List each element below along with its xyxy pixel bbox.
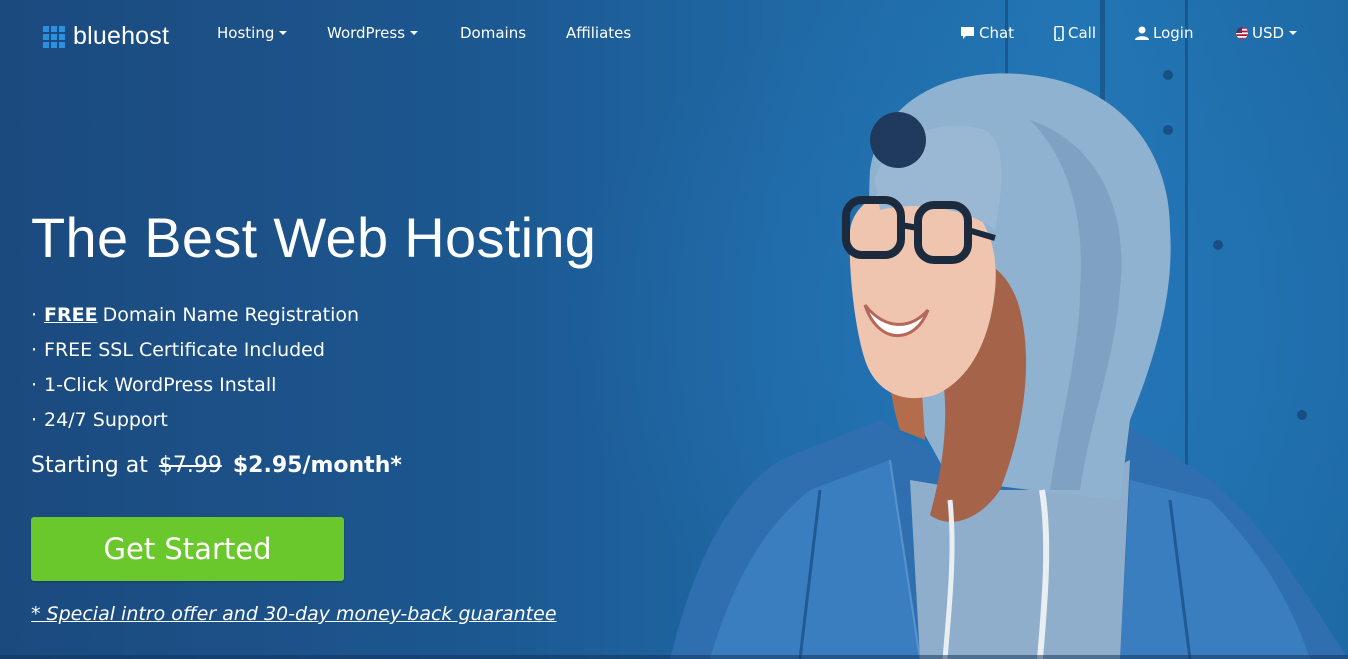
logo-text: bluehost xyxy=(73,22,170,50)
nav-call-link[interactable]: Call xyxy=(1054,24,1096,42)
nav-wordpress-label: WordPress xyxy=(327,24,406,42)
pricing-line: Starting at $7.99 $2.95/month* xyxy=(31,453,402,478)
nav-currency-label: USD xyxy=(1252,24,1285,42)
chat-bubble-icon xyxy=(960,26,975,40)
feature-text: 24/7 Support xyxy=(44,409,168,431)
logo-grid-icon xyxy=(43,25,65,48)
hero-photo-woman xyxy=(670,73,1348,659)
bullet: · xyxy=(31,374,38,396)
nav-chat-link[interactable]: Chat xyxy=(960,24,1014,42)
nav-affiliates-link[interactable]: Affiliates xyxy=(566,24,631,42)
feature-list: · FREE Domain Name Registration · FREE SSL … xyxy=(31,302,359,442)
caret-down-icon xyxy=(279,31,288,35)
nav-hosting-menu[interactable]: Hosting xyxy=(217,24,288,42)
user-icon xyxy=(1135,26,1149,40)
phone-icon xyxy=(1054,25,1064,41)
hero-headline: The Best Web Hosting xyxy=(31,206,597,269)
feature-item: · FREE SSL Certificate Included xyxy=(31,337,359,372)
nav-domains-label: Domains xyxy=(460,24,527,42)
nav-wordpress-menu[interactable]: WordPress xyxy=(327,24,419,42)
caret-down-icon xyxy=(410,31,419,35)
get-started-button[interactable]: Get Started xyxy=(31,517,344,581)
feature-item: · FREE Domain Name Registration xyxy=(31,302,359,337)
old-price: $7.99 xyxy=(158,453,222,478)
feature-item: · 1-Click WordPress Install xyxy=(31,372,359,407)
feature-text: Domain Name Registration xyxy=(102,304,360,326)
nav-login-label: Login xyxy=(1153,24,1194,42)
nav-chat-label: Chat xyxy=(979,24,1015,42)
bullet: · xyxy=(31,409,38,431)
feature-text: FREE SSL Certificate Included xyxy=(44,339,325,361)
new-price: $2.95/month* xyxy=(232,453,402,478)
bluehost-logo[interactable]: bluehost xyxy=(43,22,169,51)
feature-text: 1-Click WordPress Install xyxy=(44,374,277,396)
intro-offer-link[interactable]: * Special intro offer and 30-day money-b… xyxy=(31,603,557,625)
feature-item: · 24/7 Support xyxy=(31,407,359,442)
nav-login-link[interactable]: Login xyxy=(1135,24,1193,42)
bullet: · xyxy=(31,339,38,361)
bottom-divider xyxy=(0,655,1348,659)
nav-hosting-label: Hosting xyxy=(217,24,275,42)
free-emphasis: FREE xyxy=(44,304,98,326)
price-prefix: Starting at xyxy=(31,453,148,478)
nav-affiliates-label: Affiliates xyxy=(566,24,632,42)
nav-domains-link[interactable]: Domains xyxy=(460,24,526,42)
nav-call-label: Call xyxy=(1068,24,1097,42)
nav-currency-select[interactable]: USD xyxy=(1236,24,1298,42)
us-flag-icon xyxy=(1236,27,1248,39)
hero-section: bluehost Hosting WordPress Domains Affil… xyxy=(0,0,1348,659)
top-navigation: bluehost Hosting WordPress Domains Affil… xyxy=(0,0,1348,68)
bullet: · xyxy=(31,304,38,326)
caret-down-icon xyxy=(1289,31,1298,35)
